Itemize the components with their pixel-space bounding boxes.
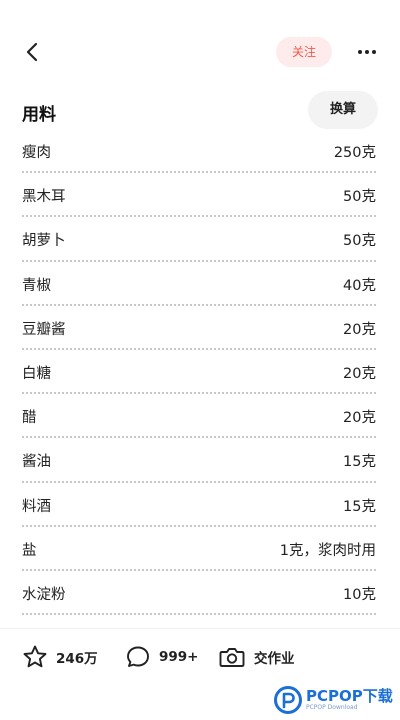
ingredient-name: 酱油 (22, 454, 51, 471)
ingredient-row: 料酒 15克 (22, 483, 376, 527)
ingredient-name: 盐 (22, 542, 37, 559)
pcpop-logo-icon (274, 686, 302, 714)
ingredient-row: 醋 20克 (22, 394, 376, 439)
ingredient-name: 醋 (22, 410, 37, 427)
ingredient-row: 胡萝卜 50克 (22, 217, 376, 262)
favorite-count: 246万 (56, 651, 98, 667)
bottom-action-bar: 246万 999+ 交作业 (0, 628, 400, 684)
ingredient-amount: 15克 (343, 454, 376, 471)
ingredient-name: 黑木耳 (22, 189, 66, 206)
homework-button[interactable]: 交作业 (218, 643, 295, 671)
ingredient-name: 料酒 (22, 498, 51, 515)
top-bar: 关注 (0, 0, 400, 104)
more-button[interactable] (352, 36, 384, 68)
ingredient-row: 盐 1克，浆肉时用 (22, 527, 376, 571)
ingredient-row: 黑木耳 50克 (22, 173, 376, 218)
ingredient-name: 豆瓣酱 (22, 321, 66, 338)
more-dots-icon (358, 50, 376, 54)
back-button[interactable] (20, 36, 48, 68)
ingredient-amount: 10克 (343, 586, 376, 603)
ingredient-row: 豆瓣酱 20克 (22, 306, 376, 350)
ingredient-row: 白糖 20克 (22, 350, 376, 395)
star-icon (23, 645, 47, 668)
comment-bubble-icon (127, 646, 149, 667)
camera-icon (219, 648, 245, 667)
ingredient-amount: 1克，浆肉时用 (279, 542, 376, 559)
ingredient-name: 瘦肉 (22, 145, 51, 161)
chevron-left-icon (26, 42, 38, 62)
ingredient-name: 白糖 (22, 365, 51, 382)
ingredient-row: 青椒 40克 (22, 262, 376, 306)
ingredient-amount: 250克 (333, 145, 376, 161)
convert-button[interactable]: 换算 (308, 91, 378, 129)
watermark: PCPOP下载 PCPOP Download (274, 683, 396, 717)
ingredient-name: 青椒 (22, 277, 51, 294)
comment-count: 999+ (159, 649, 199, 665)
ingredient-name: 水淀粉 (22, 586, 66, 603)
ingredients-title: 用料 (22, 105, 56, 125)
ingredient-amount: 20克 (343, 321, 376, 338)
homework-label: 交作业 (254, 651, 295, 667)
ingredient-row: 瘦肉 250克 (22, 129, 376, 174)
ingredient-amount: 50克 (343, 233, 376, 250)
ingredient-name: 胡萝卜 (22, 233, 66, 250)
watermark-brand: PCPOP下载 (306, 687, 393, 705)
ingredient-row: 酱油 15克 (22, 438, 376, 483)
follow-button[interactable]: 关注 (276, 37, 332, 67)
watermark-subtitle: PCPOP Download (306, 704, 358, 711)
ingredient-amount: 20克 (343, 365, 376, 382)
ingredient-amount: 50克 (343, 189, 376, 206)
ingredient-amount: 40克 (343, 277, 376, 294)
ingredient-row: 水淀粉 10克 (22, 571, 376, 616)
favorite-button[interactable]: 246万 (22, 643, 98, 671)
comment-button[interactable]: 999+ (125, 643, 199, 671)
ingredient-amount: 15克 (343, 498, 376, 515)
ingredient-list: 瘦肉 250克 黑木耳 50克 胡萝卜 50克 青椒 40克 豆瓣酱 20克 白… (22, 129, 376, 616)
ingredient-amount: 20克 (343, 410, 376, 427)
